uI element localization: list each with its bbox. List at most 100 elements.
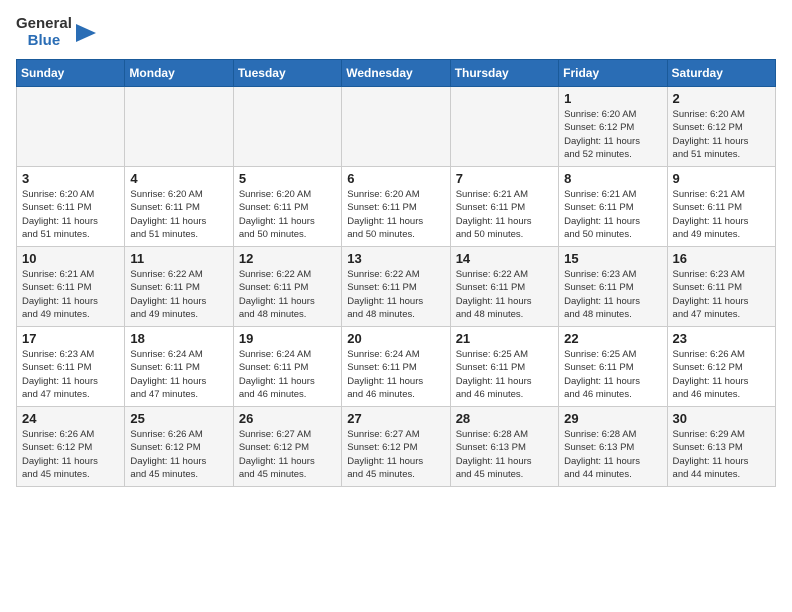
day-info: Sunrise: 6:25 AM Sunset: 6:11 PM Dayligh… — [456, 348, 553, 401]
day-info: Sunrise: 6:20 AM Sunset: 6:11 PM Dayligh… — [239, 188, 336, 241]
calendar-cell — [125, 87, 233, 167]
weekday-header-tuesday: Tuesday — [233, 60, 341, 87]
day-number: 11 — [130, 251, 227, 266]
calendar-cell: 21 Sunrise: 6:25 AM Sunset: 6:11 PM Dayli… — [450, 327, 558, 407]
weekday-header-thursday: Thursday — [450, 60, 558, 87]
day-info: Sunrise: 6:26 AM Sunset: 6:12 PM Dayligh… — [130, 428, 227, 481]
day-info: Sunrise: 6:26 AM Sunset: 6:12 PM Dayligh… — [673, 348, 770, 401]
calendar-cell: 29Sunrise: 6:28 AM Sunset: 6:13 PM Dayli… — [559, 407, 667, 487]
day-number: 14 — [456, 251, 553, 266]
day-info: Sunrise: 6:23 AM Sunset: 6:11 PM Dayligh… — [22, 348, 119, 401]
calendar-cell: 24 Sunrise: 6:26 AM Sunset: 6:12 PM Dayli… — [17, 407, 125, 487]
day-number: 5 — [239, 171, 336, 186]
day-info: Sunrise: 6:26 AM Sunset: 6:12 PM Dayligh… — [22, 428, 119, 481]
calendar-week-3: 10 Sunrise: 6:21 AM Sunset: 6:11 PM Dayli… — [17, 247, 776, 327]
calendar-cell — [342, 87, 450, 167]
day-number: 26 — [239, 411, 336, 426]
day-info: Sunrise: 6:29 AM Sunset: 6:13 PM Dayligh… — [673, 428, 770, 481]
calendar-cell: 18 Sunrise: 6:24 AM Sunset: 6:11 PM Dayli… — [125, 327, 233, 407]
day-info: Sunrise: 6:27 AM Sunset: 6:12 PM Dayligh… — [347, 428, 444, 481]
weekday-header-saturday: Saturday — [667, 60, 775, 87]
calendar-week-5: 24 Sunrise: 6:26 AM Sunset: 6:12 PM Dayli… — [17, 407, 776, 487]
calendar-cell: 25 Sunrise: 6:26 AM Sunset: 6:12 PM Dayli… — [125, 407, 233, 487]
day-number: 4 — [130, 171, 227, 186]
day-info: Sunrise: 6:20 AM Sunset: 6:11 PM Dayligh… — [347, 188, 444, 241]
day-number: 18 — [130, 331, 227, 346]
calendar-cell: 9 Sunrise: 6:21 AM Sunset: 6:11 PM Daylig… — [667, 167, 775, 247]
day-info: Sunrise: 6:21 AM Sunset: 6:11 PM Dayligh… — [456, 188, 553, 241]
day-info: Sunrise: 6:28 AM Sunset: 6:13 PM Dayligh… — [564, 428, 661, 481]
day-number: 7 — [456, 171, 553, 186]
day-number: 23 — [673, 331, 770, 346]
day-number: 12 — [239, 251, 336, 266]
calendar-cell: 6 Sunrise: 6:20 AM Sunset: 6:11 PM Daylig… — [342, 167, 450, 247]
calendar-cell: 14 Sunrise: 6:22 AM Sunset: 6:11 PM Dayli… — [450, 247, 558, 327]
day-number: 8 — [564, 171, 661, 186]
day-number: 25 — [130, 411, 227, 426]
calendar-cell: 11 Sunrise: 6:22 AM Sunset: 6:11 PM Dayli… — [125, 247, 233, 327]
day-number: 19 — [239, 331, 336, 346]
day-number: 21 — [456, 331, 553, 346]
calendar-cell: 16Sunrise: 6:23 AM Sunset: 6:11 PM Dayli… — [667, 247, 775, 327]
day-info: Sunrise: 6:22 AM Sunset: 6:11 PM Dayligh… — [239, 268, 336, 321]
day-info: Sunrise: 6:22 AM Sunset: 6:11 PM Dayligh… — [130, 268, 227, 321]
day-number: 30 — [673, 411, 770, 426]
calendar-cell: 17 Sunrise: 6:23 AM Sunset: 6:11 PM Dayli… — [17, 327, 125, 407]
calendar-cell: 2 Sunrise: 6:20 AM Sunset: 6:12 PM Daylig… — [667, 87, 775, 167]
calendar-cell: 15 Sunrise: 6:23 AM Sunset: 6:11 PM Dayli… — [559, 247, 667, 327]
day-info: Sunrise: 6:21 AM Sunset: 6:11 PM Dayligh… — [564, 188, 661, 241]
calendar-cell: 22 Sunrise: 6:25 AM Sunset: 6:11 PM Dayli… — [559, 327, 667, 407]
day-number: 13 — [347, 251, 444, 266]
calendar-cell: 13 Sunrise: 6:22 AM Sunset: 6:11 PM Dayli… — [342, 247, 450, 327]
calendar-week-1: 1 Sunrise: 6:20 AM Sunset: 6:12 PM Daylig… — [17, 87, 776, 167]
day-number: 27 — [347, 411, 444, 426]
day-number: 6 — [347, 171, 444, 186]
day-number: 2 — [673, 91, 770, 106]
day-number: 28 — [456, 411, 553, 426]
calendar-cell: 10 Sunrise: 6:21 AM Sunset: 6:11 PM Dayli… — [17, 247, 125, 327]
calendar-cell: 8 Sunrise: 6:21 AM Sunset: 6:11 PM Daylig… — [559, 167, 667, 247]
calendar-cell: 27 Sunrise: 6:27 AM Sunset: 6:12 PM Dayli… — [342, 407, 450, 487]
day-number: 3 — [22, 171, 119, 186]
day-number: 15 — [564, 251, 661, 266]
day-info: Sunrise: 6:22 AM Sunset: 6:11 PM Dayligh… — [456, 268, 553, 321]
day-number: 20 — [347, 331, 444, 346]
calendar-cell: 5 Sunrise: 6:20 AM Sunset: 6:11 PM Daylig… — [233, 167, 341, 247]
day-info: Sunrise: 6:20 AM Sunset: 6:11 PM Dayligh… — [130, 188, 227, 241]
page-header: General Blue — [16, 16, 776, 49]
calendar-cell — [450, 87, 558, 167]
day-number: 16 — [673, 251, 770, 266]
day-number: 10 — [22, 251, 119, 266]
day-info: Sunrise: 6:24 AM Sunset: 6:11 PM Dayligh… — [239, 348, 336, 401]
day-number: 17 — [22, 331, 119, 346]
day-info: Sunrise: 6:25 AM Sunset: 6:11 PM Dayligh… — [564, 348, 661, 401]
day-number: 24 — [22, 411, 119, 426]
calendar-cell: 4 Sunrise: 6:20 AM Sunset: 6:11 PM Daylig… — [125, 167, 233, 247]
day-number: 9 — [673, 171, 770, 186]
calendar-cell — [233, 87, 341, 167]
calendar-cell: 12 Sunrise: 6:22 AM Sunset: 6:11 PM Dayli… — [233, 247, 341, 327]
calendar-cell: 23 Sunrise: 6:26 AM Sunset: 6:12 PM Dayli… — [667, 327, 775, 407]
weekday-header-monday: Monday — [125, 60, 233, 87]
day-info: Sunrise: 6:20 AM Sunset: 6:12 PM Dayligh… — [673, 108, 770, 161]
day-number: 1 — [564, 91, 661, 106]
day-info: Sunrise: 6:20 AM Sunset: 6:11 PM Dayligh… — [22, 188, 119, 241]
calendar-cell: 30 Sunrise: 6:29 AM Sunset: 6:13 PM Dayli… — [667, 407, 775, 487]
day-info: Sunrise: 6:21 AM Sunset: 6:11 PM Dayligh… — [22, 268, 119, 321]
day-info: Sunrise: 6:21 AM Sunset: 6:11 PM Dayligh… — [673, 188, 770, 241]
logo-triangle-icon — [74, 22, 96, 44]
day-info: Sunrise: 6:23 AM Sunset: 6:11 PM Dayligh… — [564, 268, 661, 321]
calendar-cell: 28Sunrise: 6:28 AM Sunset: 6:13 PM Dayli… — [450, 407, 558, 487]
day-info: Sunrise: 6:22 AM Sunset: 6:11 PM Dayligh… — [347, 268, 444, 321]
calendar-cell — [17, 87, 125, 167]
day-info: Sunrise: 6:27 AM Sunset: 6:12 PM Dayligh… — [239, 428, 336, 481]
day-info: Sunrise: 6:24 AM Sunset: 6:11 PM Dayligh… — [347, 348, 444, 401]
calendar-table: SundayMondayTuesdayWednesdayThursdayFrid… — [16, 59, 776, 487]
calendar-cell: 7 Sunrise: 6:21 AM Sunset: 6:11 PM Daylig… — [450, 167, 558, 247]
calendar-cell: 1 Sunrise: 6:20 AM Sunset: 6:12 PM Daylig… — [559, 87, 667, 167]
calendar-cell: 20 Sunrise: 6:24 AM Sunset: 6:11 PM Dayli… — [342, 327, 450, 407]
calendar-week-2: 3 Sunrise: 6:20 AM Sunset: 6:11 PM Daylig… — [17, 167, 776, 247]
day-info: Sunrise: 6:20 AM Sunset: 6:12 PM Dayligh… — [564, 108, 661, 161]
day-number: 22 — [564, 331, 661, 346]
day-info: Sunrise: 6:24 AM Sunset: 6:11 PM Dayligh… — [130, 348, 227, 401]
